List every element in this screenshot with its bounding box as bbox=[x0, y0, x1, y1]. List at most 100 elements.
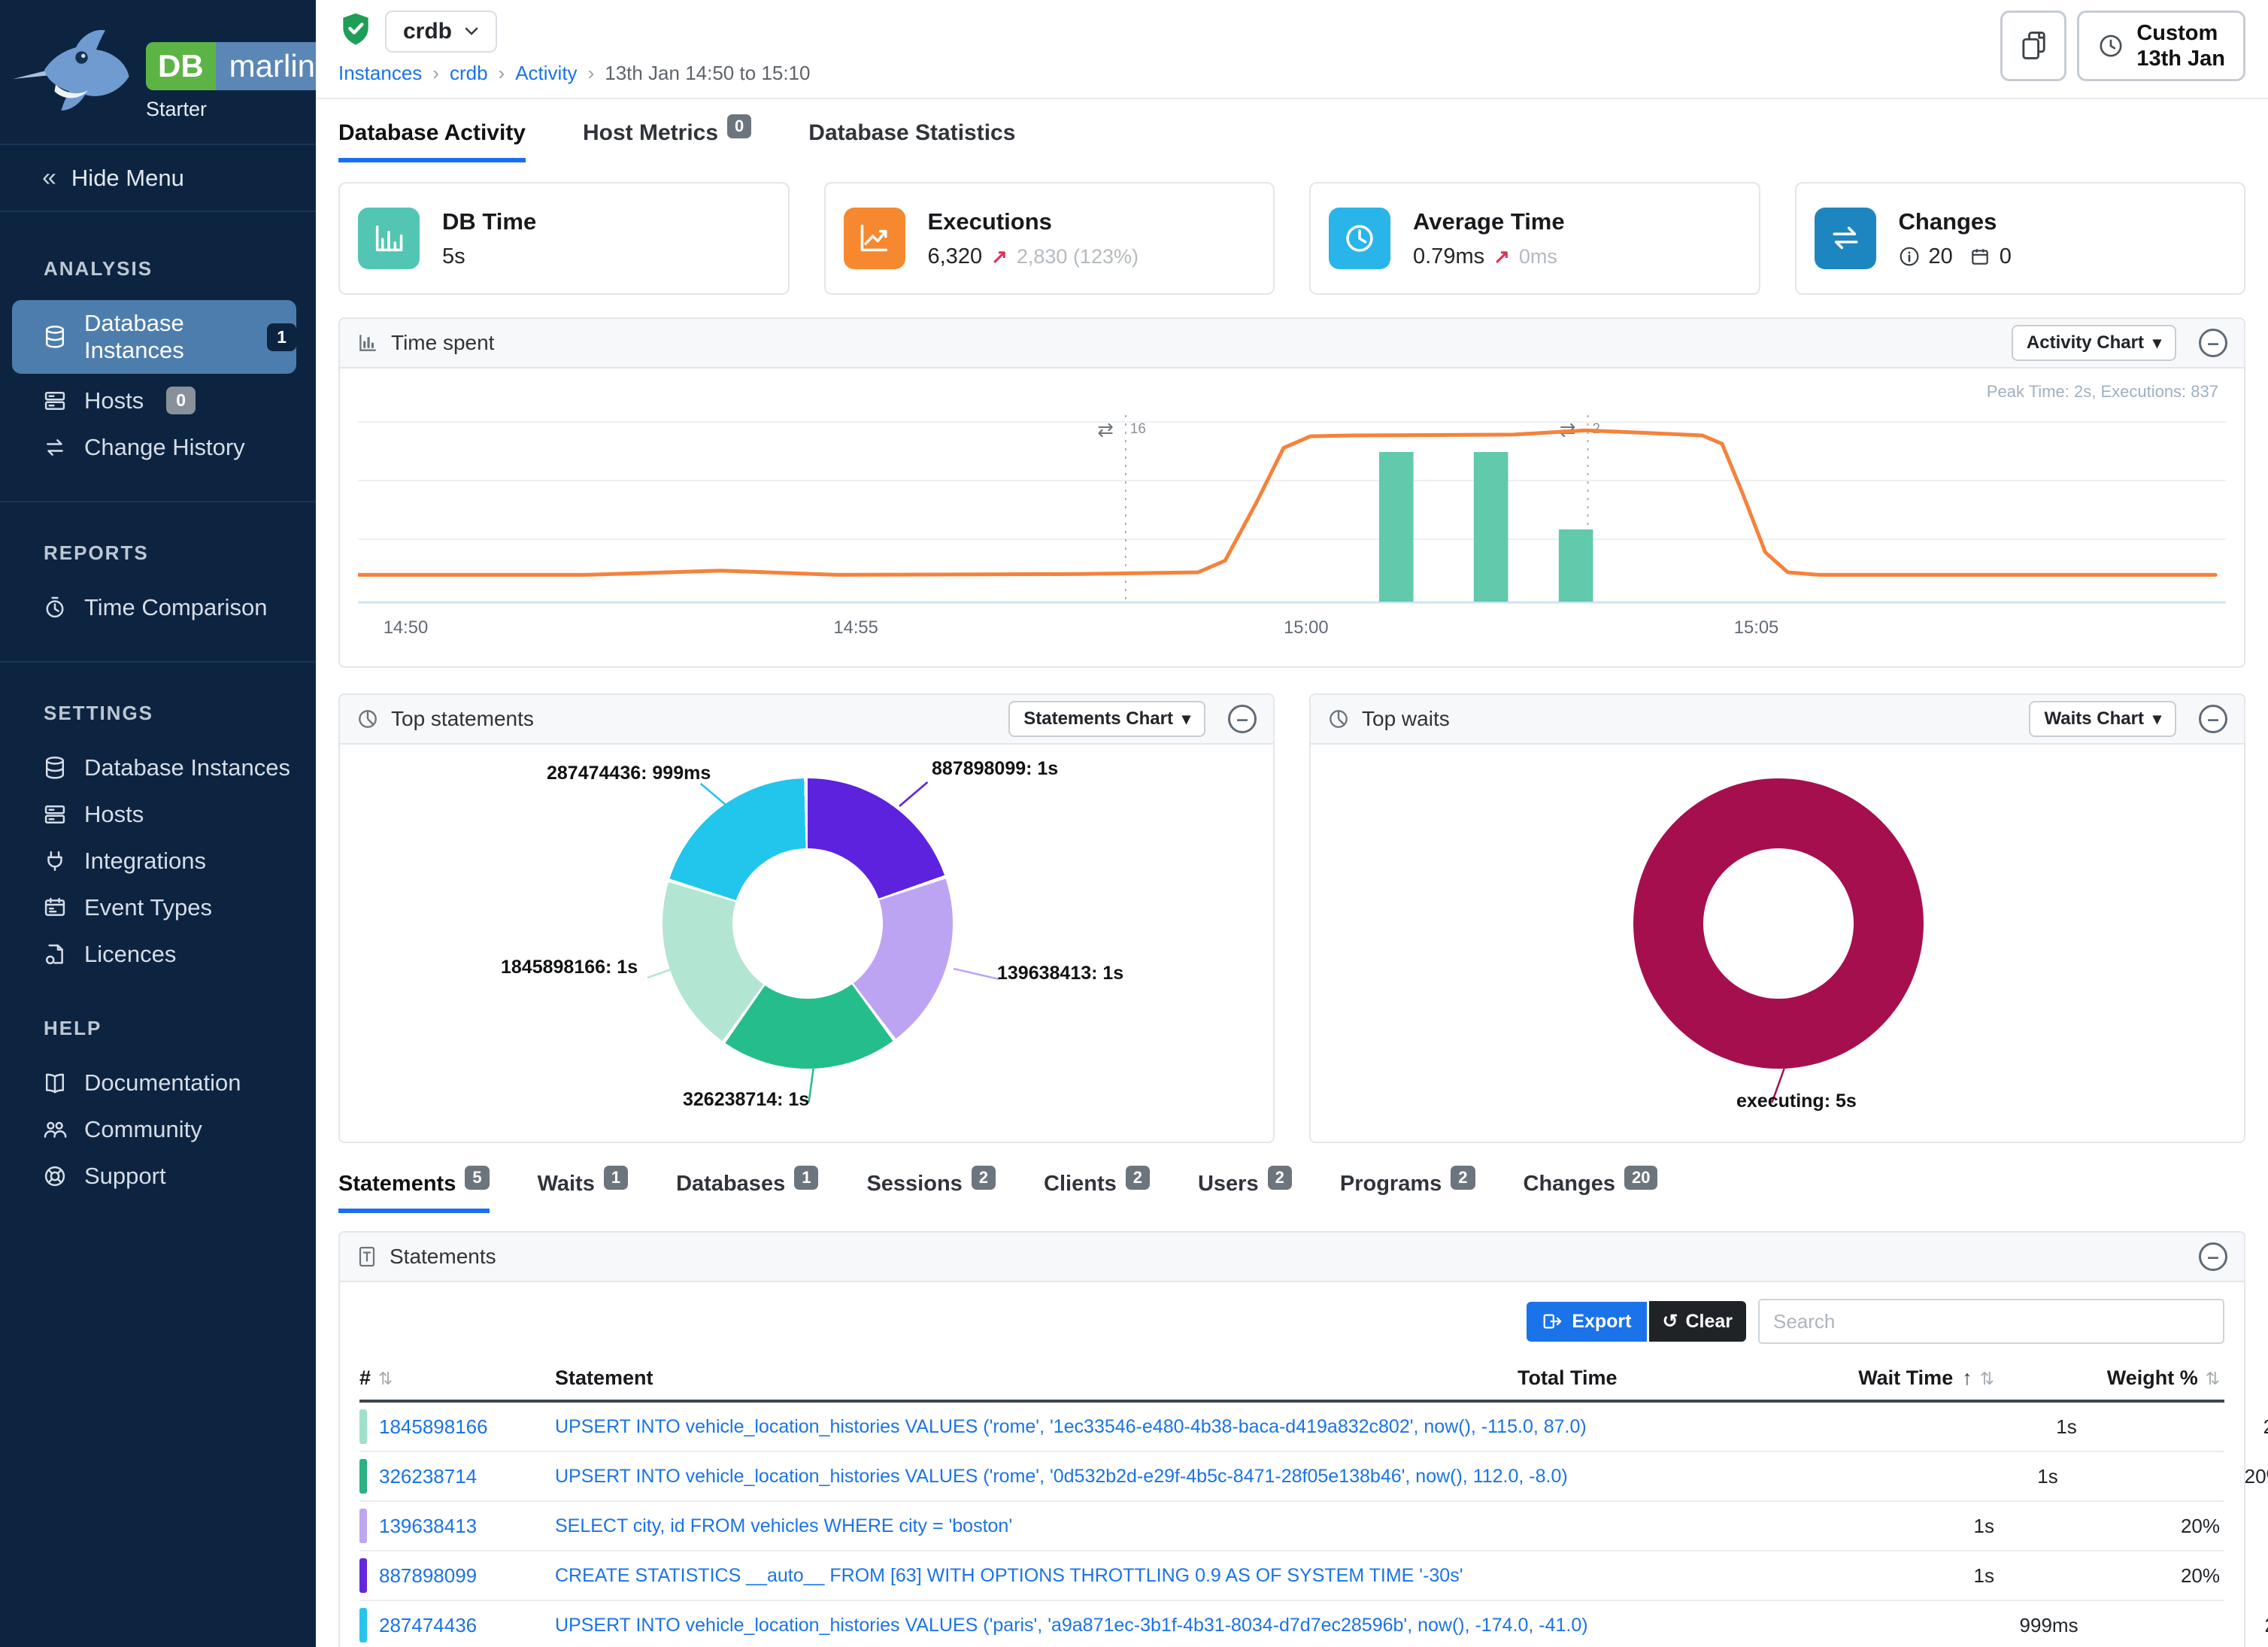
time-spent-panel: Time spent Activity Chart – Peak Time: 2… bbox=[338, 317, 2245, 668]
wait-time-value: 1s bbox=[1766, 1515, 1999, 1538]
count-badge: 0 bbox=[166, 387, 196, 414]
activity-line-chart[interactable]: ⇄16⇄214:5014:5515:0015:05 bbox=[358, 379, 2226, 650]
statements-chart-select[interactable]: Statements Chart bbox=[1008, 701, 1205, 737]
sidebar-item-database-instances[interactable]: Database Instances1 bbox=[12, 300, 296, 374]
col-total-time[interactable]: Total Time bbox=[1518, 1366, 1766, 1390]
donut-ring[interactable] bbox=[1633, 778, 1924, 1069]
sidebar-divider bbox=[0, 661, 316, 663]
sidebar-item-licences[interactable]: Licences bbox=[0, 931, 316, 978]
sidebar-item-label: Change History bbox=[84, 434, 245, 461]
metric-card-average-time[interactable]: Average Time0.79ms↗0ms bbox=[1309, 182, 1760, 295]
svg-text:14:50: 14:50 bbox=[384, 617, 428, 638]
sidebar-item-event-types[interactable]: Event Types bbox=[0, 884, 316, 931]
statement-sql-link[interactable]: CREATE STATISTICS __auto__ FROM [63] WIT… bbox=[555, 1565, 1518, 1587]
detail-tab-waits[interactable]: Waits1 bbox=[538, 1172, 629, 1213]
bars-icon bbox=[358, 208, 420, 269]
search-input[interactable] bbox=[1758, 1299, 2224, 1344]
hide-menu-button[interactable]: « Hide Menu bbox=[0, 144, 316, 212]
breadcrumb-item[interactable]: Instances bbox=[338, 62, 422, 85]
metric-card-changes[interactable]: Changes200 bbox=[1795, 182, 2246, 295]
statement-sql-link[interactable]: UPSERT INTO vehicle_location_histories V… bbox=[555, 1466, 1581, 1488]
detail-tab-databases[interactable]: Databases1 bbox=[676, 1172, 818, 1213]
statement-sql-link[interactable]: UPSERT INTO vehicle_location_histories V… bbox=[555, 1615, 1602, 1636]
breadcrumb-item[interactable]: crdb bbox=[450, 62, 488, 85]
statements-table: #⇅ Statement Total Time Wait Time↑⇅ Weig… bbox=[359, 1356, 2224, 1647]
sidebar-item-database-instances[interactable]: Database Instances bbox=[0, 745, 316, 791]
detail-tab-statements[interactable]: Statements5 bbox=[338, 1172, 490, 1213]
waits-donut-chart[interactable]: executing: 5s bbox=[1311, 745, 2244, 1142]
collapse-panel-button[interactable]: – bbox=[2199, 329, 2227, 357]
breadcrumb-item[interactable]: Activity bbox=[515, 62, 577, 85]
sidebar-item-label: Community bbox=[84, 1116, 202, 1143]
col-num[interactable]: #⇅ bbox=[359, 1366, 555, 1390]
sort-asc-icon: ↑ bbox=[1962, 1366, 1972, 1389]
tab-database-activity[interactable]: Database Activity bbox=[338, 120, 526, 162]
collapse-panel-button[interactable]: – bbox=[1228, 705, 1257, 733]
sidebar-item-support[interactable]: Support bbox=[0, 1153, 316, 1200]
donut-ring[interactable] bbox=[663, 778, 953, 1069]
statements-panel-title: Statements bbox=[390, 1245, 496, 1269]
metric-card-db-time[interactable]: DB Time5s bbox=[338, 182, 790, 295]
export-button[interactable]: Export bbox=[1527, 1302, 1646, 1342]
statement-id-link[interactable]: 139638413 bbox=[379, 1515, 477, 1538]
sidebar-item-community[interactable]: Community bbox=[0, 1106, 316, 1153]
statement-sql-link[interactable]: SELECT city, id FROM vehicles WHERE city… bbox=[555, 1515, 1518, 1537]
statement-id-link[interactable]: 1845898166 bbox=[379, 1415, 488, 1439]
sidebar-item-label: Event Types bbox=[84, 894, 212, 921]
time-spent-chart: Peak Time: 2s, Executions: 837 ⇄16⇄214:5… bbox=[340, 369, 2244, 666]
sidebar-item-change-history[interactable]: Change History bbox=[0, 424, 316, 471]
instance-name: crdb bbox=[403, 19, 452, 44]
database-icon bbox=[42, 755, 68, 781]
weight-value: 20% bbox=[1999, 1564, 2224, 1588]
activity-chart-select[interactable]: Activity Chart bbox=[2012, 325, 2176, 361]
sidebar-item-documentation[interactable]: Documentation bbox=[0, 1060, 316, 1106]
tab-label: Sessions bbox=[866, 1172, 962, 1197]
statement-id-link[interactable]: 326238714 bbox=[379, 1465, 477, 1488]
clear-button[interactable]: ↺ Clear bbox=[1649, 1301, 1747, 1342]
detail-tab-sessions[interactable]: Sessions2 bbox=[866, 1172, 996, 1213]
sidebar-item-integrations[interactable]: Integrations bbox=[0, 838, 316, 884]
sidebar-item-label: Documentation bbox=[84, 1069, 241, 1096]
col-weight[interactable]: Weight %⇅ bbox=[1999, 1366, 2224, 1390]
change-count: 20 bbox=[1929, 244, 1953, 269]
statement-sql-link[interactable]: UPSERT INTO vehicle_location_histories V… bbox=[555, 1416, 1600, 1438]
sidebar-section-title: REPORTS bbox=[0, 541, 316, 565]
count-badge: 5 bbox=[465, 1166, 489, 1190]
donut-slice-label: 1845898166: 1s bbox=[501, 957, 638, 978]
col-statement[interactable]: Statement bbox=[555, 1366, 1518, 1390]
statement-doc-icon bbox=[356, 1245, 377, 1268]
donut-slice-label: 887898099: 1s bbox=[932, 758, 1058, 780]
sidebar-item-label: Hosts bbox=[84, 387, 144, 414]
tab-host-metrics[interactable]: Host Metrics0 bbox=[583, 120, 751, 162]
tab-label: Programs bbox=[1340, 1172, 1442, 1197]
copy-button[interactable] bbox=[2000, 11, 2066, 81]
breadcrumb-separator: › bbox=[588, 62, 595, 85]
detail-tab-programs[interactable]: Programs2 bbox=[1340, 1172, 1475, 1213]
statement-id-link[interactable]: 287474436 bbox=[379, 1614, 477, 1637]
sidebar-nav: ANALYSISDatabase Instances1Hosts0Change … bbox=[0, 212, 316, 1647]
col-wait-time[interactable]: Wait Time↑⇅ bbox=[1766, 1366, 1999, 1390]
waits-chart-select[interactable]: Waits Chart bbox=[2029, 701, 2176, 737]
instance-selector[interactable]: crdb bbox=[385, 11, 497, 53]
sidebar-item-time-comparison[interactable]: Time Comparison bbox=[0, 584, 316, 631]
detail-tab-changes[interactable]: Changes20 bbox=[1524, 1172, 1658, 1213]
collapse-panel-button[interactable]: – bbox=[2199, 705, 2227, 733]
logo-marlin-badge: marlin bbox=[216, 42, 329, 90]
tab-label: Databases bbox=[676, 1172, 785, 1197]
main-content: crdb Instances›crdb›Activity›13th Jan 14… bbox=[316, 0, 2268, 1647]
sort-icon: ⇅ bbox=[1980, 1369, 1994, 1388]
metric-card-executions[interactable]: Executions6,320↗2,830 (123%) bbox=[824, 182, 1275, 295]
sidebar-item-hosts[interactable]: Hosts 0 bbox=[0, 377, 316, 424]
tab-database-statistics[interactable]: Database Statistics bbox=[808, 120, 1015, 162]
statement-id-link[interactable]: 887898099 bbox=[379, 1564, 477, 1588]
table-row: 287474436 UPSERT INTO vehicle_location_hi… bbox=[359, 1601, 2224, 1647]
detail-tab-clients[interactable]: Clients2 bbox=[1044, 1172, 1150, 1213]
time-range-button[interactable]: Custom 13th Jan bbox=[2077, 11, 2245, 81]
wait-time-value: 1s bbox=[1848, 1415, 2082, 1439]
sidebar-divider bbox=[0, 501, 316, 502]
statements-donut-chart[interactable]: 887898099: 1s139638413: 1s326238714: 1s1… bbox=[340, 745, 1273, 1142]
collapse-panel-button[interactable]: – bbox=[2199, 1242, 2227, 1271]
detail-tab-users[interactable]: Users2 bbox=[1198, 1172, 1292, 1213]
sidebar-item-hosts[interactable]: Hosts bbox=[0, 791, 316, 838]
sidebar: DB marlin Starter « Hide Menu ANALYSISDa… bbox=[0, 0, 316, 1647]
